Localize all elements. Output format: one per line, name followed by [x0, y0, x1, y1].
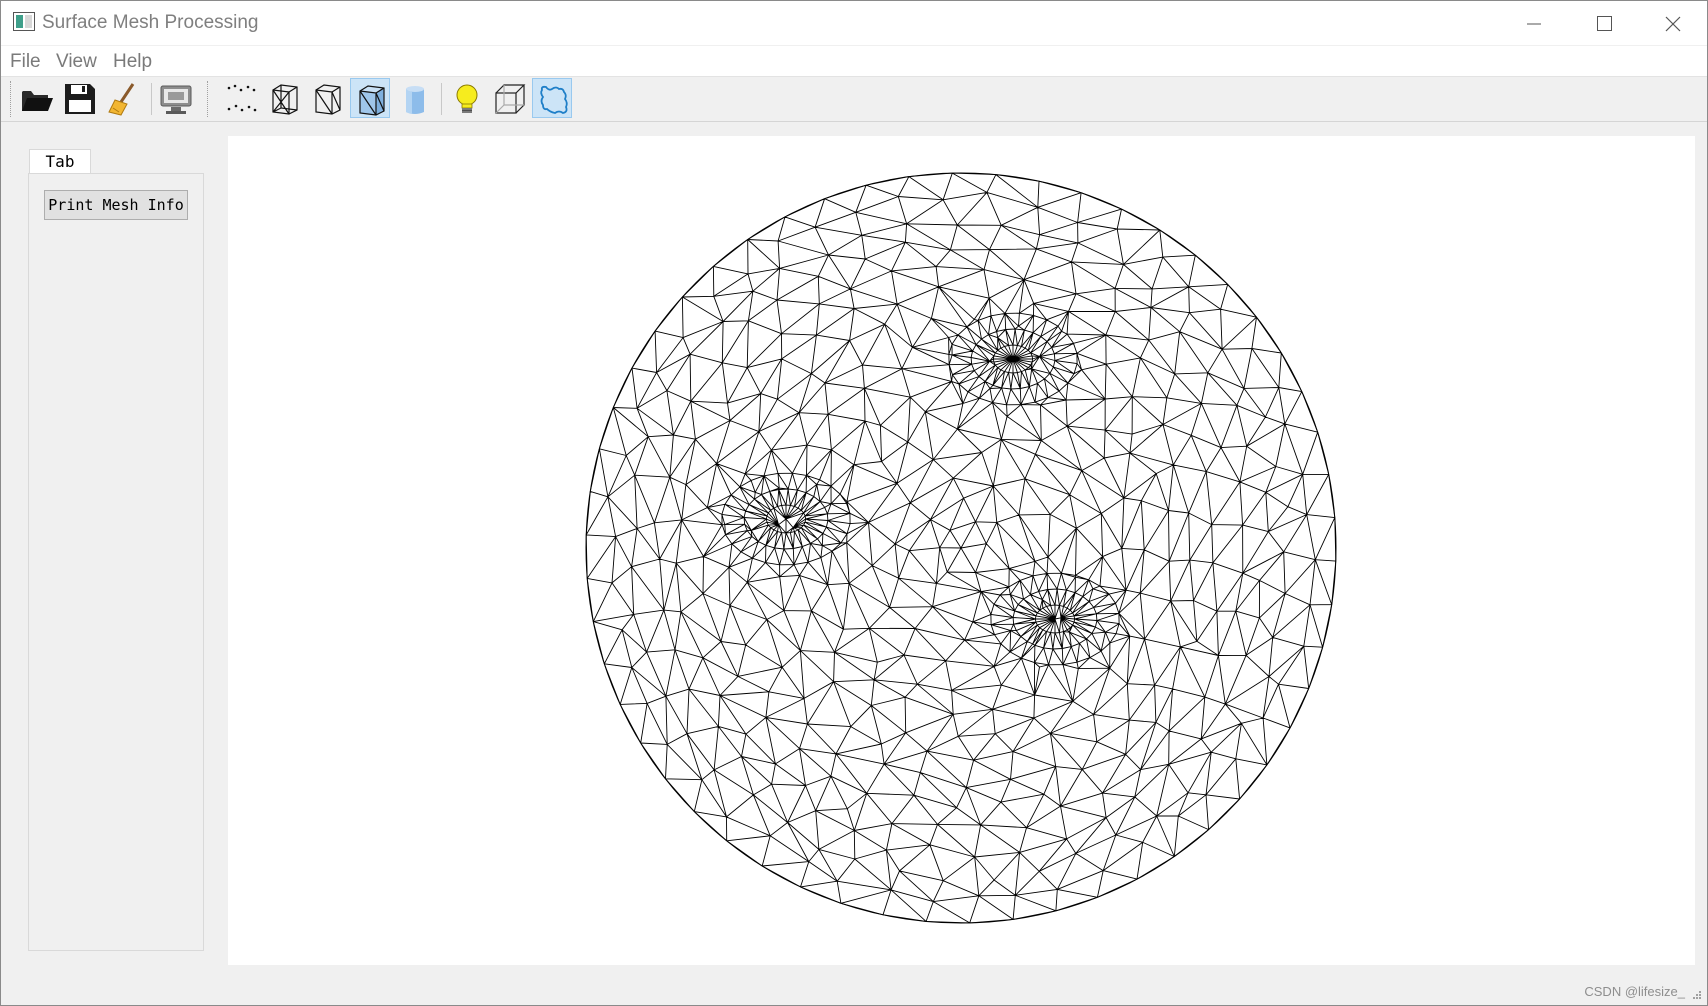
close-button[interactable]	[1638, 1, 1708, 45]
mesh-viewport[interactable]	[228, 136, 1695, 965]
screenshot-monitor-icon	[160, 85, 192, 114]
resize-grip-icon[interactable]	[1691, 989, 1701, 999]
print-mesh-info-button[interactable]: Print Mesh Info	[44, 190, 188, 220]
maximize-icon	[1597, 16, 1612, 31]
lighting-button[interactable]	[446, 78, 486, 118]
flat-lines-icon	[359, 85, 385, 116]
watermark: CSDN @lifesize_	[1584, 984, 1685, 999]
title-bar: Surface Mesh Processing	[1, 1, 1707, 45]
close-icon	[1665, 16, 1681, 32]
flat-shading-icon	[406, 86, 424, 114]
mesh-wireframe	[585, 172, 1337, 924]
open-file-button[interactable]	[16, 78, 56, 118]
mesh-edges	[585, 172, 1337, 924]
broom-clear-icon	[108, 83, 135, 116]
points-mode-button[interactable]	[221, 78, 261, 118]
toolbar-separator	[441, 83, 442, 115]
clear-button[interactable]	[103, 78, 143, 118]
bounding-box-icon	[495, 84, 526, 114]
window-title: Surface Mesh Processing	[42, 12, 259, 33]
hidden-line-icon	[315, 84, 341, 115]
open-folder-icon	[22, 91, 53, 111]
menu-file[interactable]: File	[10, 51, 41, 73]
toolbar-separator	[151, 83, 152, 115]
menu-view[interactable]: View	[56, 51, 97, 73]
tab-pane	[28, 173, 204, 951]
save-icon	[65, 84, 95, 114]
flat-shading-mode-button[interactable]	[394, 78, 434, 118]
menu-bar: File View Help	[1, 46, 1707, 77]
flat-lines-mode-button[interactable]	[350, 78, 390, 118]
toolbar-grip[interactable]	[207, 81, 211, 117]
app-icon	[13, 12, 35, 31]
boundary-icon	[540, 85, 568, 114]
hidden-line-mode-button[interactable]	[307, 78, 347, 118]
save-file-button[interactable]	[59, 78, 99, 118]
maximize-button[interactable]	[1569, 1, 1639, 45]
screenshot-button[interactable]	[155, 78, 195, 118]
minimize-button[interactable]	[1499, 1, 1569, 45]
minimize-icon	[1527, 23, 1541, 25]
tab-main[interactable]: Tab	[29, 149, 91, 174]
toolbar-grip[interactable]	[10, 81, 14, 117]
app-window: Surface Mesh Processing File View Help T…	[0, 0, 1708, 1006]
menu-help[interactable]: Help	[113, 51, 152, 73]
bounding-box-button[interactable]	[489, 78, 529, 118]
lighting-bulb-icon	[456, 84, 478, 113]
points-icon	[227, 84, 257, 112]
wireframe-mode-button[interactable]	[264, 78, 304, 118]
wireframe-icon	[272, 84, 298, 115]
boundary-button[interactable]	[532, 78, 572, 118]
